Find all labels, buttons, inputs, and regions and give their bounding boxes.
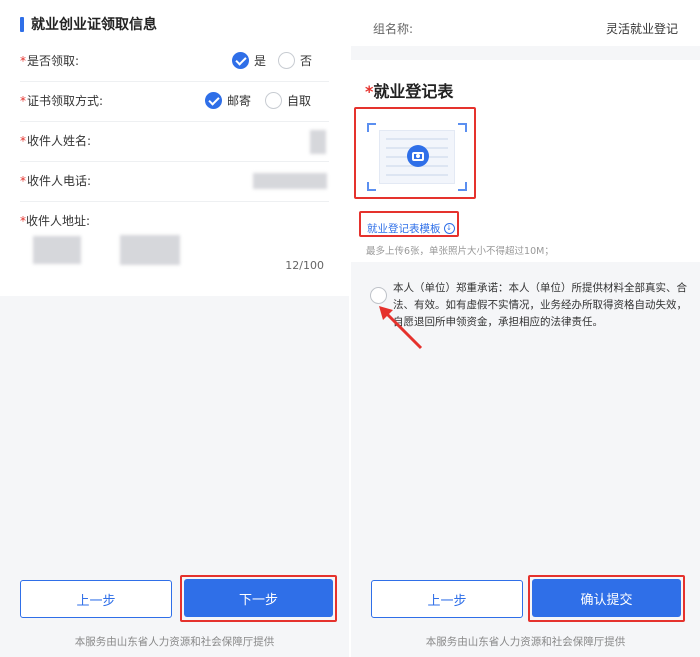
download-icon[interactable]: ↓ (443, 223, 455, 234)
group-name-label: 组名称: (373, 22, 414, 36)
redacted-address-1 (33, 236, 81, 264)
pledge-text: 本人（单位）郑重承诺：本人（单位）所提供材料全部真实、合法、有效。如有虚假不实情… (393, 282, 687, 328)
method-mail-option[interactable]: 邮寄 (205, 92, 251, 109)
phone-row[interactable]: *收件人电话: (20, 162, 329, 202)
upload-hint: 最多上传6张，单张照片大小不得超过10M； (366, 246, 554, 257)
receive-label: *是否领取: (20, 54, 80, 68)
camera-icon[interactable] (407, 145, 429, 167)
redacted-address-2 (120, 235, 180, 265)
arrow-annotation (379, 306, 423, 350)
right-screen: 组名称: 灵活就业登记 *就业登记表 就业登记表模板 ↓ 最多上传6张，单张照片… (351, 0, 700, 657)
method-pickup-option[interactable]: 自取 (265, 92, 311, 109)
form-title: *就业登记表 (365, 82, 454, 101)
name-label: *收件人姓名: (20, 134, 92, 148)
receive-no-option[interactable]: 否 (278, 52, 312, 69)
confirm-submit-button[interactable]: 确认提交 (532, 579, 681, 617)
prev-step-button[interactable]: 上一步 (20, 580, 172, 618)
method-row: *证书领取方式: 邮寄 自取 (20, 82, 329, 122)
upload-box[interactable] (364, 120, 470, 194)
name-row[interactable]: *收件人姓名: (20, 122, 329, 162)
phone-label: *收件人电话: (20, 174, 92, 188)
radio-empty-icon[interactable] (265, 92, 282, 109)
certificate-info-card: 就业创业证领取信息 *是否领取: 是 否 *证书领取方式: 邮寄 自取 *收件人… (0, 0, 349, 296)
section-bar (20, 16, 24, 32)
footer-text: 本服务由山东省人力资源和社会保障厅提供 (74, 636, 275, 648)
method-label: *证书领取方式: (20, 94, 104, 108)
template-download-link[interactable]: 就业登记表模板 ↓ (367, 221, 455, 236)
next-step-button[interactable]: 下一步 (184, 579, 333, 617)
redacted-name (310, 130, 326, 154)
group-name-value: 灵活就业登记 (605, 22, 678, 36)
footer-text: 本服务由山东省人力资源和社会保障厅提供 (425, 636, 626, 648)
section-title-text: 就业创业证领取信息 (31, 17, 157, 33)
check-circle-icon[interactable] (232, 52, 249, 69)
section-title: 就业创业证领取信息 (20, 14, 157, 34)
redacted-phone (253, 173, 327, 189)
group-name-row: 组名称: 灵活就业登记 (351, 0, 700, 46)
check-circle-icon[interactable] (205, 92, 222, 109)
upload-card: *就业登记表 就业登记表模板 ↓ 最多上传6张，单张照片大小不得超过10M； (351, 60, 700, 262)
receive-yes-option[interactable]: 是 (232, 52, 266, 69)
address-char-counter: 12/100 (285, 259, 324, 272)
radio-empty-icon[interactable] (278, 52, 295, 69)
prev-step-button[interactable]: 上一步 (371, 580, 523, 618)
address-label: *收件人地址: (20, 214, 91, 228)
left-screen: 就业创业证领取信息 *是否领取: 是 否 *证书领取方式: 邮寄 自取 *收件人… (0, 0, 349, 657)
receive-row: *是否领取: 是 否 (20, 42, 329, 82)
